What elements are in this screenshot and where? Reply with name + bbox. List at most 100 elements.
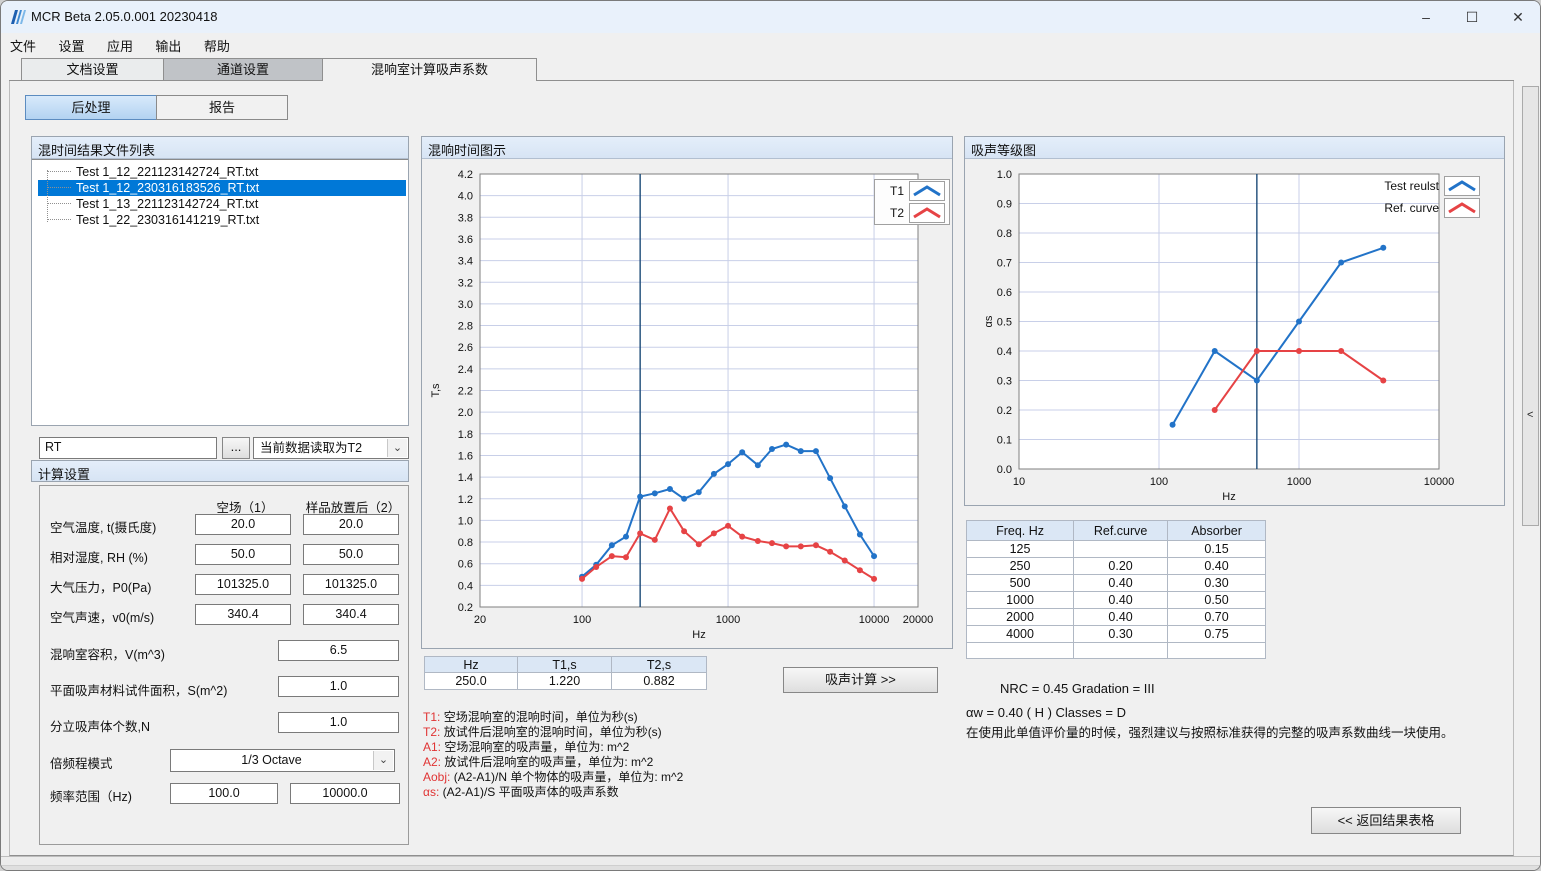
svg-text:1.2: 1.2 [458, 494, 473, 506]
rt-name-input[interactable]: RT [39, 437, 217, 459]
svg-text:2.4: 2.4 [458, 364, 473, 376]
file-list-item[interactable]: Test 1_12_221123142724_RT.txt [38, 164, 406, 180]
data-read-combo[interactable]: 当前数据读取为T2 ⌄ [253, 437, 409, 459]
rt-table-cell: 1.220 [518, 673, 612, 690]
svg-text:Hz: Hz [1222, 491, 1235, 503]
rt-chart-legend: T1 T2 [874, 179, 950, 225]
sound-speed-field-2[interactable]: 340.4 [303, 604, 399, 625]
maximize-button[interactable]: ☐ [1452, 5, 1492, 29]
subtab-postprocess[interactable]: 后处理 [25, 95, 157, 120]
pressure-field-1[interactable]: 101325.0 [195, 574, 291, 595]
grade-chart-panel-title: 吸声等级图 [965, 137, 1504, 159]
room-volume-field[interactable]: 6.5 [278, 640, 399, 661]
freq-table: Freq. Hz Ref.curve Absorber 1250.15 2500… [966, 520, 1266, 659]
window-bottom-edge [1, 865, 1540, 871]
svg-text:1.0: 1.0 [458, 515, 473, 527]
data-read-combo-value: 当前数据读取为T2 [254, 438, 386, 458]
freq-cell: 0.40 [1168, 558, 1266, 575]
freq-cell: 125 [967, 541, 1074, 558]
legend-label-t1: T1 [890, 184, 904, 198]
menu-settings[interactable]: 设置 [49, 33, 93, 58]
file-list-item[interactable]: Test 1_13_221123142724_RT.txt [38, 196, 406, 212]
app-window: MCR Beta 2.05.0.001 20230418 – ☐ ✕ 文件 设置… [0, 0, 1541, 871]
svg-text:10000: 10000 [1424, 476, 1455, 488]
back-to-results-button[interactable]: << 返回结果表格 [1311, 807, 1461, 834]
menu-file[interactable]: 文件 [1, 33, 45, 58]
temperature-field-1[interactable]: 20.0 [195, 514, 291, 535]
svg-text:20: 20 [474, 614, 486, 626]
freq-cell: 0.30 [1074, 626, 1168, 643]
freq-cell: 0.20 [1074, 558, 1168, 575]
tab-channel-settings[interactable]: 通道设置 [163, 58, 323, 81]
freq-max-field[interactable]: 10000.0 [290, 783, 400, 804]
humidity-field-2[interactable]: 50.0 [303, 544, 399, 565]
freq-cell: 4000 [967, 626, 1074, 643]
rt-chart-panel: 混响时间图示 0.20.40.60.81.01.21.41.61.82.02.2… [421, 136, 953, 649]
absorb-calc-button[interactable]: 吸声计算 >> [783, 667, 938, 693]
browse-button[interactable]: ... [222, 437, 250, 459]
field-label-sample-area: 平面吸声材料试件面积，S(m^2) [50, 680, 227, 699]
rt-table-cell: 250.0 [425, 673, 518, 690]
svg-text:αs: αs [983, 315, 995, 327]
freq-cell: 0.15 [1168, 541, 1266, 558]
rt-table-cell: 0.882 [612, 673, 707, 690]
svg-text:0.4: 0.4 [997, 346, 1012, 358]
close-button[interactable]: ✕ [1498, 5, 1538, 29]
pressure-field-2[interactable]: 101325.0 [303, 574, 399, 595]
field-label-temperature: 空气温度, t(摄氏度) [50, 517, 156, 536]
svg-text:1000: 1000 [1287, 476, 1311, 488]
temperature-field-2[interactable]: 20.0 [303, 514, 399, 535]
collapse-splitter[interactable]: < [1522, 86, 1539, 526]
grade-chart-panel: 吸声等级图 0.00.10.20.30.40.50.60.70.80.91.01… [964, 136, 1505, 506]
svg-text:100: 100 [1150, 476, 1168, 488]
legend-line-icon-blue [1444, 176, 1480, 196]
legend-label-ref-curve: Ref. curve [1384, 201, 1439, 215]
file-list-panel-title: 混时间结果文件列表 [32, 137, 408, 159]
svg-text:1.8: 1.8 [458, 429, 473, 441]
menu-bar: 文件 设置 应用 输出 帮助 [1, 33, 1540, 57]
absorber-count-field[interactable]: 1.0 [278, 712, 399, 733]
file-list-item[interactable]: Test 1_22_230316141219_RT.txt [38, 212, 406, 228]
svg-text:0.7: 0.7 [997, 258, 1012, 270]
freq-table-header: Freq. Hz [967, 521, 1074, 541]
svg-text:1000: 1000 [716, 614, 740, 626]
field-label-sound-speed: 空气声速，v0(m/s) [50, 607, 154, 626]
svg-text:1.4: 1.4 [458, 472, 473, 484]
rt-chart[interactable]: 0.20.40.60.81.01.21.41.61.82.02.22.42.62… [422, 159, 952, 648]
freq-cell-empty [967, 643, 1074, 659]
calc-settings-title: 计算设置 [31, 460, 409, 482]
menu-output[interactable]: 输出 [146, 33, 190, 58]
menu-apply[interactable]: 应用 [98, 33, 142, 58]
file-list-item-selected[interactable]: Test 1_12_230316183526_RT.txt [38, 180, 406, 196]
subtab-report[interactable]: 报告 [156, 95, 288, 120]
tab-document-settings[interactable]: 文档设置 [21, 58, 164, 81]
calc-settings-box: 空场（1） 样品放置后（2） 空气温度, t(摄氏度) 20.0 20.0 相对… [39, 485, 409, 845]
field-label-freq-range: 频率范围（Hz) [50, 786, 132, 805]
humidity-field-1[interactable]: 50.0 [195, 544, 291, 565]
svg-text:4.0: 4.0 [458, 191, 473, 203]
svg-text:0.4: 0.4 [458, 580, 473, 592]
svg-text:0.9: 0.9 [997, 199, 1012, 211]
octave-mode-value: 1/3 Octave [171, 750, 372, 771]
octave-mode-combo[interactable]: 1/3 Octave ⌄ [170, 749, 395, 772]
svg-text:0.5: 0.5 [997, 317, 1012, 329]
svg-text:100: 100 [573, 614, 591, 626]
field-label-humidity: 相对湿度, RH (%) [50, 547, 148, 566]
tree-connector [47, 170, 48, 222]
svg-text:0.6: 0.6 [997, 287, 1012, 299]
app-logo-icon [10, 9, 27, 25]
minimize-button[interactable]: – [1406, 5, 1446, 29]
svg-text:3.2: 3.2 [458, 277, 473, 289]
svg-text:1.0: 1.0 [997, 169, 1012, 181]
sound-speed-field-1[interactable]: 340.4 [195, 604, 291, 625]
menu-help[interactable]: 帮助 [195, 33, 239, 58]
freq-min-field[interactable]: 100.0 [170, 783, 278, 804]
freq-cell: 2000 [967, 609, 1074, 626]
tree-connector [47, 203, 71, 204]
tab-reverb-absorption[interactable]: 混响室计算吸声系数 [322, 58, 537, 82]
sample-area-field[interactable]: 1.0 [278, 676, 399, 697]
freq-cell-empty [1074, 643, 1168, 659]
svg-text:10: 10 [1013, 476, 1025, 488]
svg-text:0.2: 0.2 [458, 602, 473, 614]
single-value-note: 在使用此单值评价量的时候，强烈建议与按照标准获得的完整的吸声系数曲线一块使用。 [966, 722, 1454, 741]
